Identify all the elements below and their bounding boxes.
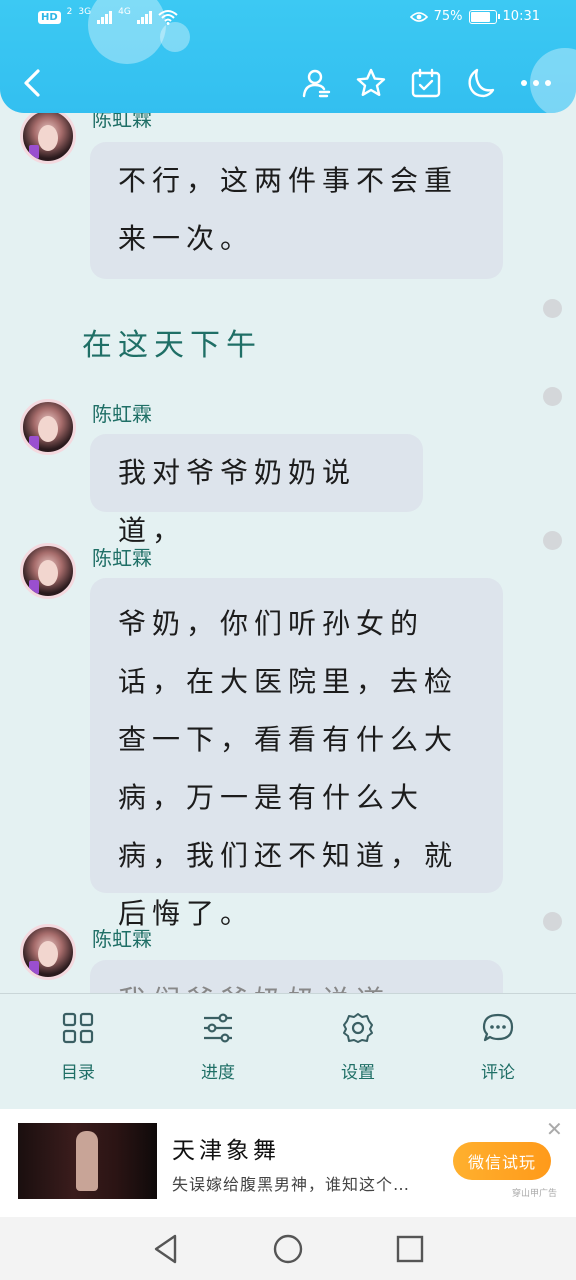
comment-dot[interactable]	[543, 912, 562, 931]
chapter-content[interactable]: 陈虹霖 不行，这两件事不会重来一次。 在这天下午 陈虹霖 我对爷爷奶奶说道， 陈…	[0, 113, 576, 993]
message-bubble: 不行，这两件事不会重来一次。	[90, 142, 503, 279]
battery-icon	[468, 9, 500, 24]
comment-dot[interactable]	[543, 531, 562, 550]
character-name: 陈虹霖	[92, 402, 152, 426]
narration-text: 在这天下午	[82, 328, 262, 363]
wifi-icon	[158, 10, 178, 25]
calendar-check-icon[interactable]	[408, 65, 444, 101]
message-bubble: 爷奶，你们听孙女的话，在大医院里，去检查一下，看看有什么大病，万一是有什么大病，…	[90, 578, 503, 930]
menu-progress-button[interactable]: 进度	[168, 1012, 268, 1083]
signal-icon	[97, 10, 113, 24]
menu-catalog-button[interactable]: 目录	[28, 1012, 128, 1083]
back-icon[interactable]	[14, 65, 50, 101]
comment-icon	[482, 1013, 514, 1042]
reader-menu: 目录 进度 设置 评论	[0, 993, 576, 1110]
menu-label: 设置	[341, 1063, 375, 1083]
ad-thumbnail[interactable]	[18, 1123, 157, 1199]
character-name: 陈虹霖	[92, 113, 152, 131]
menu-label: 目录	[61, 1063, 95, 1083]
menu-comments-button[interactable]: 评论	[448, 1012, 548, 1083]
nav-home-icon[interactable]	[270, 1231, 306, 1267]
menu-label: 进度	[201, 1063, 235, 1083]
message-bubble: 我们爷爷奶奶说道……	[90, 960, 503, 993]
sim-label: 2	[66, 7, 73, 17]
more-icon[interactable]	[518, 65, 554, 101]
menu-label: 评论	[481, 1063, 515, 1083]
network-type-2: 4G	[118, 7, 131, 17]
nav-back-icon[interactable]	[148, 1231, 184, 1267]
comment-dot[interactable]	[543, 299, 562, 318]
ad-play-button[interactable]: 微信试玩	[453, 1142, 551, 1180]
avatar[interactable]	[20, 543, 76, 599]
hd-badge: HD	[38, 10, 61, 24]
ad-source-label: 穿山甲广告	[512, 1189, 558, 1199]
character-name: 陈虹霖	[92, 927, 152, 951]
menu-settings-button[interactable]: 设置	[308, 1012, 408, 1083]
network-type-1: 3G	[78, 7, 92, 17]
avatar[interactable]	[20, 924, 76, 980]
eye-icon	[409, 11, 428, 22]
avatar[interactable]	[20, 113, 76, 164]
reader-header: HD 2 3G 4G 75% 10:31	[0, 0, 576, 113]
nav-recents-icon[interactable]	[392, 1231, 428, 1267]
author-icon[interactable]	[298, 65, 334, 101]
battery-level	[470, 11, 491, 22]
battery-percent: 75%	[433, 9, 463, 24]
message-bubble: 我对爷爷奶奶说道，	[90, 434, 423, 547]
moon-icon[interactable]	[462, 65, 498, 101]
comment-dot[interactable]	[543, 387, 562, 406]
reader-toolbar	[0, 55, 576, 113]
clock: 10:31	[502, 9, 540, 24]
gear-icon	[343, 1013, 373, 1043]
character-name: 陈虹霖	[92, 546, 152, 570]
ad-title[interactable]: 天津象舞	[172, 1131, 280, 1165]
system-nav-bar	[0, 1217, 576, 1280]
signal-icon-2	[136, 10, 152, 24]
status-bar: HD 2 3G 4G 75% 10:31	[0, 0, 576, 38]
sliders-icon	[204, 1013, 232, 1043]
star-icon[interactable]	[353, 65, 389, 101]
grid-icon	[62, 1012, 94, 1044]
avatar[interactable]	[20, 399, 76, 455]
close-icon[interactable]: ✕	[546, 1117, 563, 1141]
ad-banner[interactable]: 天津象舞 失误嫁给腹黑男神，谁知这个… 微信试玩 ✕ 穿山甲广告	[0, 1109, 576, 1217]
ad-description[interactable]: 失误嫁给腹黑男神，谁知这个…	[172, 1171, 410, 1195]
